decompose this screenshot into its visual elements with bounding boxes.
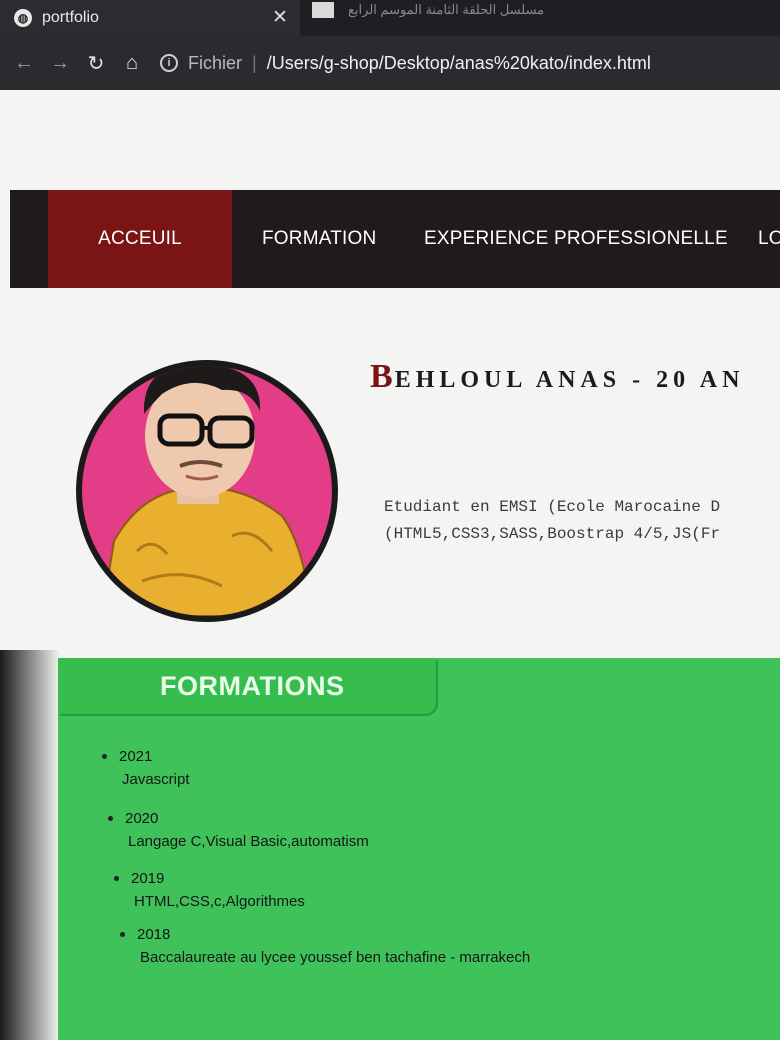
formation-year: 2020 xyxy=(125,810,159,827)
person-portrait-icon xyxy=(100,366,314,616)
address-bar[interactable]: i Fichier | /Users/g-shop/Desktop/anas%2… xyxy=(160,53,651,74)
nav-item-formation[interactable]: FORMATION xyxy=(262,190,376,288)
description-line: (HTML5,CSS3,SASS,Boostrap 4/5,JS(Fr xyxy=(384,525,721,543)
address-url[interactable]: /Users/g-shop/Desktop/anas%20kato/index.… xyxy=(267,53,651,74)
browser-tab-other[interactable]: مسلسل الحلقة الثامنة الموسم الرابع xyxy=(312,0,780,20)
back-arrow-icon[interactable]: ← xyxy=(6,52,42,75)
globe-icon: ◍ xyxy=(14,9,32,27)
formation-year: 2018 xyxy=(137,926,171,943)
profile-name: BEHLOUL ANAS - 20 AN xyxy=(370,358,745,395)
list-item: 2019 HTML,CSS,c,Algorithmes xyxy=(114,870,305,910)
browser-tab-bar: ◍ portfolio ✕ مسلسل الحلقة الثامنة الموس… xyxy=(0,0,780,36)
reload-icon[interactable]: ↻ xyxy=(78,51,114,76)
nav-item-acceuil[interactable]: ACCEUIL xyxy=(48,190,232,288)
nav-item-lo[interactable]: LO xyxy=(758,190,780,288)
bullet-icon xyxy=(102,754,107,759)
screen-edge-shadow xyxy=(0,650,60,1040)
bullet-icon xyxy=(108,816,113,821)
formation-detail: Baccalaureate au lycee youssef ben tacha… xyxy=(140,949,531,966)
favicon-icon xyxy=(312,2,334,18)
forward-arrow-icon[interactable]: → xyxy=(42,52,78,75)
formation-detail: Javascript xyxy=(122,771,190,788)
bullet-icon xyxy=(120,932,125,937)
nav-item-experience[interactable]: EXPERIENCE PROFESSIONELLE xyxy=(424,190,728,288)
formation-detail: HTML,CSS,c,Algorithmes xyxy=(134,893,305,910)
close-icon[interactable]: ✕ xyxy=(272,6,288,29)
list-item: 2018 Baccalaureate au lycee youssef ben … xyxy=(120,926,530,966)
bullet-icon xyxy=(114,876,119,881)
avatar-image xyxy=(82,366,332,616)
description-line: Etudiant en EMSI (Ecole Marocaine D xyxy=(384,498,721,516)
formation-year: 2019 xyxy=(131,870,165,887)
avatar xyxy=(76,360,338,622)
list-item: 2020 Langage C,Visual Basic,automatism xyxy=(108,810,369,850)
list-item: 2021 Javascript xyxy=(102,748,190,788)
address-divider: | xyxy=(252,52,257,73)
page-viewport: ACCEUIL FORMATION EXPERIENCE PROFESSIONE… xyxy=(0,90,780,1040)
browser-toolbar: ← → ↻ ⌂ i Fichier | /Users/g-shop/Deskto… xyxy=(0,36,780,90)
tab-title: مسلسل الحلقة الثامنة الموسم الرابع xyxy=(348,2,545,17)
tab-title: portfolio xyxy=(42,9,99,26)
profile-description: Etudiant en EMSI (Ecole Marocaine D (HTM… xyxy=(384,494,780,548)
formations-heading: FORMATIONS xyxy=(58,658,436,714)
browser-tab-portfolio[interactable]: ◍ portfolio ✕ xyxy=(0,0,300,36)
home-icon[interactable]: ⌂ xyxy=(114,52,150,75)
formation-year: 2021 xyxy=(119,748,153,765)
address-scheme: Fichier xyxy=(188,52,243,73)
formation-detail: Langage C,Visual Basic,automatism xyxy=(128,833,369,850)
info-icon[interactable]: i xyxy=(160,54,178,72)
main-nav: ACCEUIL FORMATION EXPERIENCE PROFESSIONE… xyxy=(10,190,780,288)
